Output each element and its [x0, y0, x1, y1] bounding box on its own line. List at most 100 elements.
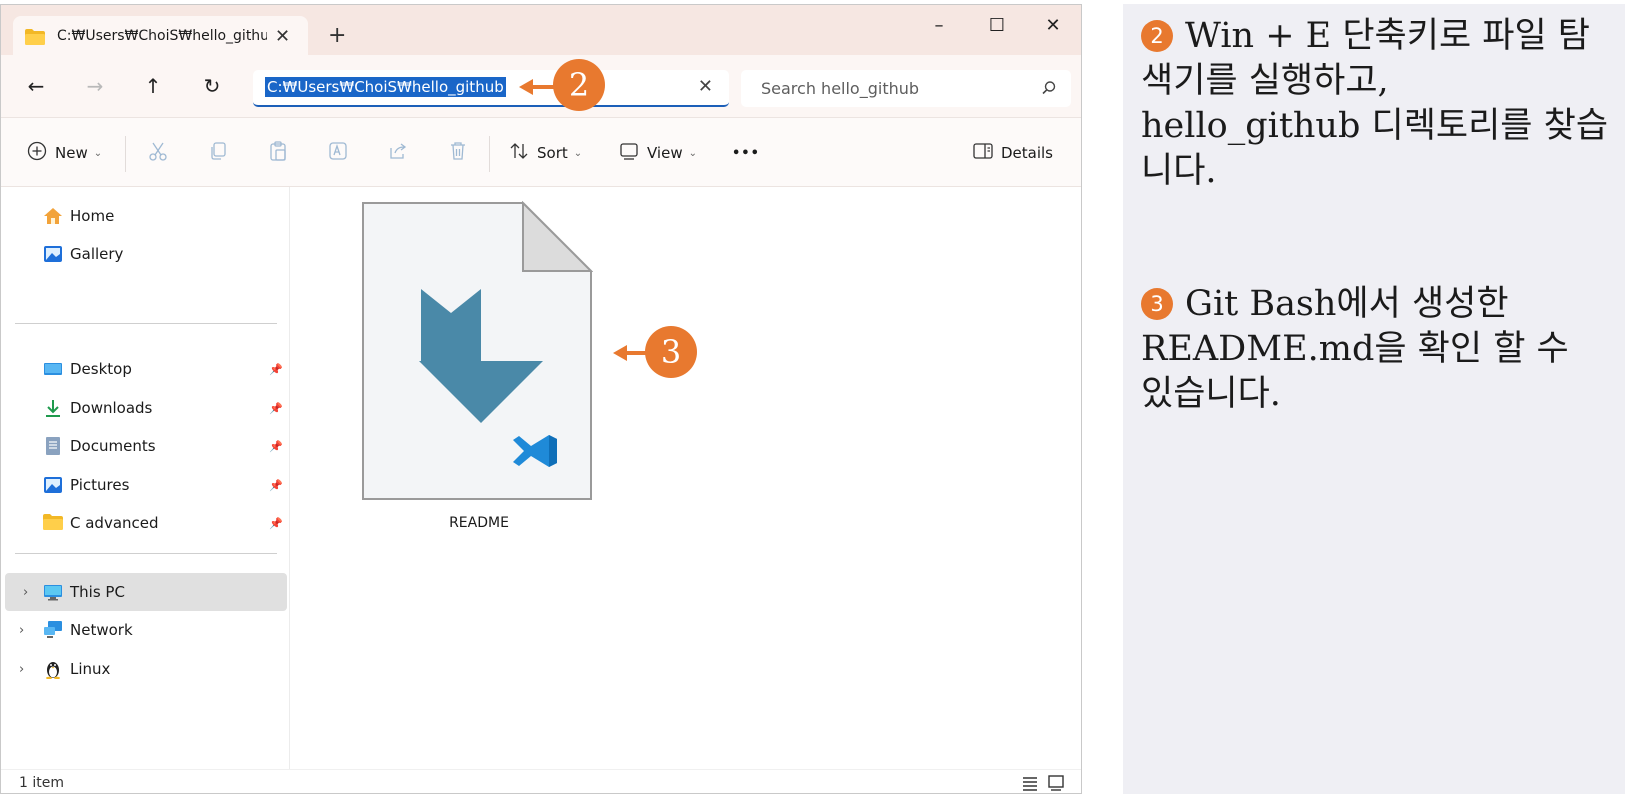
- sidebar-item-label: C advanced: [70, 514, 159, 532]
- new-label: New: [55, 144, 88, 162]
- view-button[interactable]: View ⌄: [619, 138, 697, 168]
- sidebar-item-label: Linux: [70, 660, 111, 678]
- sidebar-item-desktop[interactable]: Desktop 📌: [1, 350, 289, 388]
- address-path-selected[interactable]: C:₩Users₩ChoiS₩hello_github: [265, 77, 506, 97]
- sidebar-item-label: Network: [70, 621, 133, 639]
- address-bar[interactable]: C:₩Users₩ChoiS₩hello_github ✕: [253, 70, 729, 107]
- refresh-button[interactable]: ↻: [197, 71, 227, 101]
- details-button[interactable]: Details: [973, 138, 1053, 168]
- minimize-button[interactable]: –: [919, 11, 959, 41]
- step-3-number: 3: [1141, 288, 1173, 320]
- sidebar-item-documents[interactable]: Documents 📌: [1, 427, 289, 465]
- step-2-text: Win + E 단축키로 파일 탐색기를 실행하고, hello_github …: [1141, 16, 1609, 191]
- status-bar: 1 item: [1, 769, 1081, 793]
- sidebar-item-downloads[interactable]: Downloads 📌: [1, 389, 289, 427]
- more-options-button[interactable]: •••: [732, 138, 760, 168]
- file-name-label: README: [449, 515, 509, 531]
- sidebar-divider: [15, 553, 277, 554]
- explorer-tab[interactable]: C:₩Users₩ChoiS₩hello_githu ✕: [13, 16, 308, 56]
- clear-address-icon[interactable]: ✕: [698, 76, 713, 97]
- back-button[interactable]: ←: [21, 71, 51, 101]
- network-icon: [43, 620, 63, 640]
- documents-icon: [43, 436, 63, 456]
- sidebar-item-gallery[interactable]: Gallery: [1, 235, 289, 273]
- folder-icon: [25, 28, 45, 45]
- pc-icon: [43, 582, 63, 602]
- toolbar-divider: [125, 136, 126, 172]
- desktop-icon: [43, 359, 63, 379]
- sidebar-item-label: Home: [70, 207, 115, 225]
- chevron-down-icon: ⌄: [688, 147, 697, 159]
- step-3-description: 3 Git Bash에서 생성한 README.md을 확인 할 수 있습니다.: [1141, 282, 1611, 417]
- annotation-badge-3: 3: [645, 326, 697, 378]
- tab-close-icon[interactable]: ✕: [275, 26, 290, 47]
- file-item-readme[interactable]: [361, 200, 594, 501]
- sidebar-item-c-advanced[interactable]: C advanced 📌: [1, 504, 289, 542]
- details-view-icon[interactable]: [1021, 775, 1039, 791]
- sidebar-item-this-pc[interactable]: › This PC: [5, 573, 287, 611]
- pin-icon[interactable]: 📌: [269, 517, 283, 530]
- file-explorer-window: C:₩Users₩ChoiS₩hello_githu ✕ + – ☐ ✕ ← →…: [0, 4, 1082, 794]
- view-icon: [619, 141, 639, 165]
- sort-icon: [509, 141, 529, 165]
- pin-icon[interactable]: 📌: [269, 402, 283, 415]
- plus-circle-icon: [27, 141, 47, 165]
- sidebar-divider: [15, 323, 277, 324]
- share-icon[interactable]: [387, 140, 411, 164]
- close-window-button[interactable]: ✕: [1033, 11, 1073, 41]
- linux-penguin-icon: [43, 659, 63, 680]
- item-count: 1 item: [19, 775, 64, 791]
- vscode-markdown-file-icon: [362, 200, 594, 500]
- pin-icon[interactable]: 📌: [269, 440, 283, 453]
- toolbar-divider: [489, 136, 490, 172]
- sidebar-item-label: Pictures: [70, 476, 130, 494]
- navigation-pane: Home Gallery Desktop 📌 Downloads 📌 Docum…: [1, 187, 290, 769]
- up-button[interactable]: ↑: [138, 71, 168, 101]
- home-icon: [43, 206, 63, 226]
- annotation-arrow-line-3: [625, 351, 647, 355]
- rename-icon[interactable]: [327, 140, 351, 164]
- step-2-description: 2 Win + E 단축키로 파일 탐색기를 실행하고, hello_github…: [1141, 14, 1611, 194]
- delete-icon[interactable]: [447, 140, 471, 164]
- sidebar-item-pictures[interactable]: Pictures 📌: [1, 466, 289, 504]
- details-pane-icon: [973, 142, 993, 164]
- download-icon: [43, 398, 63, 418]
- details-label: Details: [1001, 144, 1054, 162]
- sidebar-item-linux[interactable]: › Linux: [1, 650, 289, 688]
- step-3-text: Git Bash에서 생성한 README.md을 확인 할 수 있습니다.: [1141, 284, 1569, 414]
- chevron-right-icon[interactable]: ›: [19, 623, 24, 638]
- chevron-down-icon: ⌄: [93, 147, 103, 159]
- gallery-icon: [43, 244, 63, 264]
- search-placeholder: Search hello_github: [761, 79, 920, 98]
- sidebar-item-home[interactable]: Home: [1, 197, 289, 235]
- new-button[interactable]: New ⌄: [27, 138, 102, 168]
- pin-icon[interactable]: 📌: [269, 479, 283, 492]
- search-icon: [1041, 80, 1057, 100]
- chevron-down-icon: ⌄: [573, 147, 583, 159]
- sidebar-item-label: Downloads: [70, 399, 153, 417]
- chevron-right-icon[interactable]: ›: [23, 585, 28, 600]
- pictures-icon: [43, 475, 63, 495]
- sidebar-item-network[interactable]: › Network: [1, 611, 289, 649]
- copy-icon[interactable]: [207, 140, 231, 164]
- large-icons-view-icon[interactable]: [1047, 775, 1065, 791]
- paste-icon[interactable]: [267, 140, 291, 164]
- command-bar: New ⌄ Sort ⌄ View ⌄ ••• Details: [1, 118, 1081, 187]
- chevron-right-icon[interactable]: ›: [19, 662, 24, 677]
- cut-icon[interactable]: [147, 140, 171, 164]
- sidebar-item-label: Gallery: [70, 245, 124, 263]
- forward-button[interactable]: →: [80, 71, 110, 101]
- search-box[interactable]: Search hello_github: [741, 70, 1071, 107]
- sort-label: Sort: [537, 144, 568, 162]
- annotation-arrow-line-2: [531, 85, 555, 89]
- tab-title: C:₩Users₩ChoiS₩hello_githu: [57, 28, 267, 44]
- new-tab-button[interactable]: +: [328, 23, 346, 48]
- sidebar-item-label: This PC: [70, 583, 125, 601]
- sort-button[interactable]: Sort ⌄: [509, 138, 582, 168]
- view-label: View: [647, 144, 683, 162]
- folder-icon: [43, 513, 63, 533]
- title-bar: C:₩Users₩ChoiS₩hello_githu ✕ + – ☐ ✕: [1, 5, 1081, 56]
- maximize-button[interactable]: ☐: [977, 11, 1017, 41]
- pin-icon[interactable]: 📌: [269, 363, 283, 376]
- instruction-panel: 2 Win + E 단축키로 파일 탐색기를 실행하고, hello_github…: [1123, 4, 1625, 794]
